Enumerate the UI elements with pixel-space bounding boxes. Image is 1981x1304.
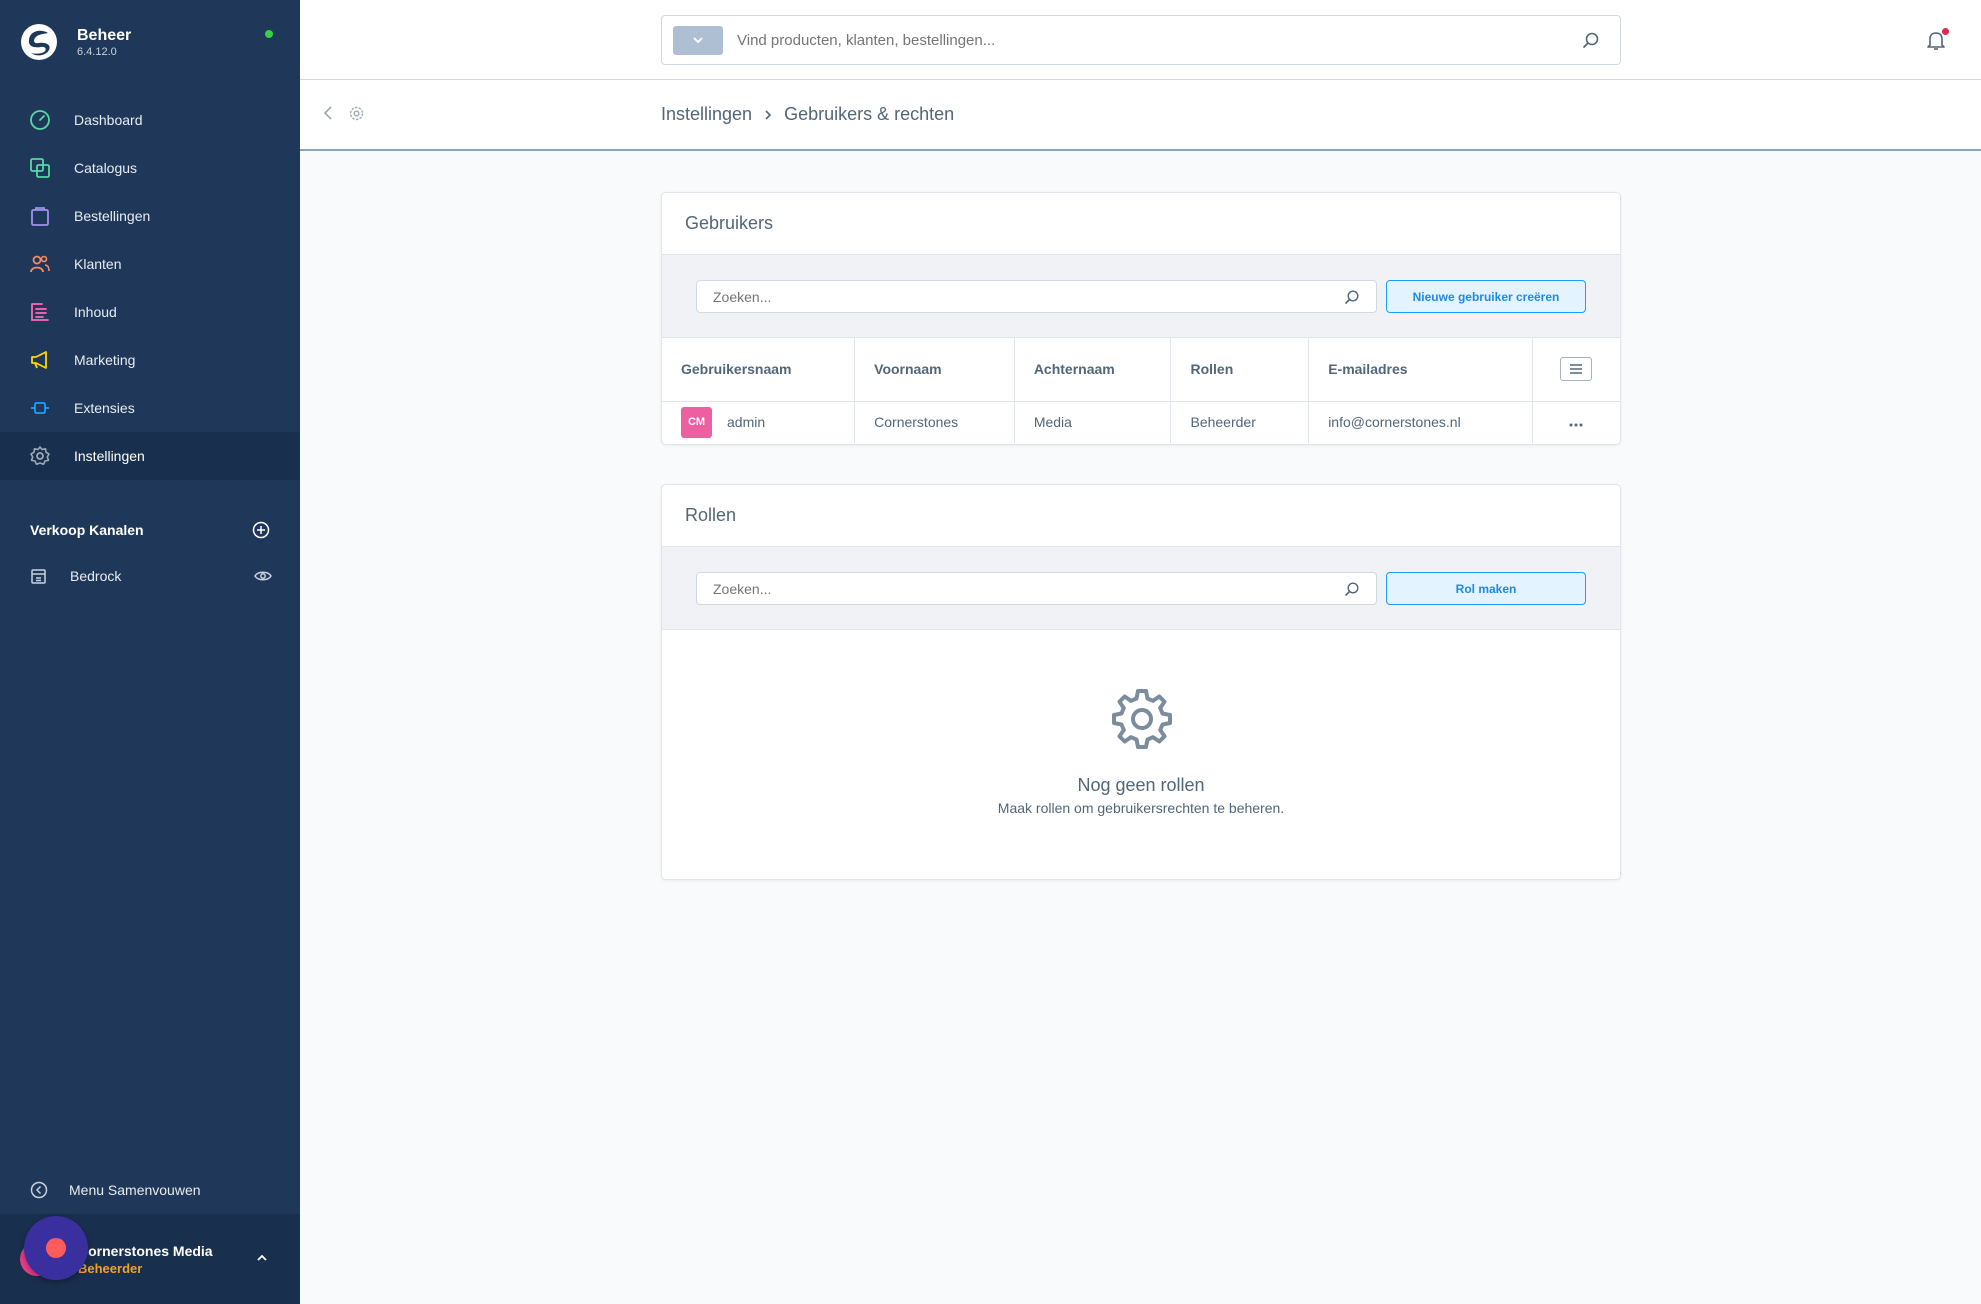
sales-channel-bedrock[interactable]: Bedrock <box>30 564 272 588</box>
sidebar-item-marketing[interactable]: Marketing <box>0 336 300 384</box>
roles-search-input[interactable] <box>713 580 1344 597</box>
cell-username: CM admin <box>662 401 856 443</box>
recording-button[interactable] <box>24 1216 88 1280</box>
sidebar-item-settings[interactable]: Instellingen <box>0 432 300 480</box>
sidebar-item-label: Extensies <box>74 400 135 416</box>
sidebar-item-catalog[interactable]: Catalogus <box>0 144 300 192</box>
table-row[interactable]: CM admin Cornerstones Media Beheerder in… <box>662 401 1620 443</box>
cell-actions <box>1532 401 1620 443</box>
column-first-name[interactable]: Voornaam <box>854 338 1015 402</box>
main-nav: Dashboard Catalogus Bestellingen Klanten… <box>0 96 300 480</box>
dashboard-icon <box>30 110 50 130</box>
search-icon[interactable] <box>1344 581 1360 597</box>
notification-badge <box>1942 28 1949 35</box>
column-last-name[interactable]: Achternaam <box>1014 338 1172 402</box>
sidebar-item-label: Bestellingen <box>74 208 151 224</box>
collapse-menu-button[interactable]: Menu Samenvouwen <box>30 1180 201 1200</box>
cell-last-name: Media <box>1014 401 1172 443</box>
breadcrumb-current: Gebruikers & rechten <box>784 104 955 124</box>
extensions-icon <box>31 402 49 414</box>
create-role-button[interactable]: Rol maken <box>1386 572 1586 605</box>
sidebar-item-label: Instellingen <box>74 448 145 464</box>
sidebar-item-content[interactable]: Inhoud <box>0 288 300 336</box>
global-search-input[interactable] <box>737 31 1582 49</box>
top-bar <box>300 0 1981 80</box>
cell-roles: Beheerder <box>1170 401 1310 443</box>
hamburger-icon <box>1570 364 1583 374</box>
cell-email: info@cornerstones.nl <box>1308 401 1533 443</box>
users-search-input[interactable] <box>713 288 1344 305</box>
sales-channels-title: Verkoop Kanalen <box>30 522 144 538</box>
sales-channel-label: Bedrock <box>70 568 122 584</box>
search-type-dropdown[interactable] <box>673 25 723 55</box>
sidebar-item-label: Marketing <box>74 352 136 368</box>
breadcrumb-parent[interactable]: Instellingen <box>661 104 752 125</box>
roles-toolbar: Rol maken <box>662 547 1620 630</box>
users-search <box>696 280 1377 313</box>
column-roles[interactable]: Rollen <box>1170 338 1310 402</box>
collapse-menu-label: Menu Samenvouwen <box>69 1182 201 1198</box>
online-status-dot <box>265 30 273 38</box>
eye-icon[interactable] <box>254 569 272 583</box>
catalog-icon <box>30 158 50 178</box>
column-email[interactable]: E-mailadres <box>1308 338 1533 402</box>
settings-gear-icon <box>1112 689 1172 749</box>
record-dot-icon <box>46 1238 66 1258</box>
shopware-logo-icon <box>21 24 57 60</box>
collapse-icon <box>30 1181 48 1199</box>
smart-bar: Instellingen Gebruikers & rechten <box>300 80 1981 151</box>
column-username[interactable]: Gebruikersnaam <box>662 338 856 402</box>
sidebar-item-label: Klanten <box>74 256 122 272</box>
orders-icon <box>31 207 49 226</box>
sidebar-item-customers[interactable]: Klanten <box>0 240 300 288</box>
sidebar-item-label: Inhoud <box>74 304 117 320</box>
add-channel-icon[interactable] <box>252 521 270 539</box>
settings-icon <box>30 446 50 466</box>
roles-card-title: Rollen <box>662 485 1620 547</box>
sidebar-item-orders[interactable]: Bestellingen <box>0 192 300 240</box>
sidebar: Beheer 6.4.12.0 Dashboard Catalogus Best… <box>0 0 300 1304</box>
sidebar-item-dashboard[interactable]: Dashboard <box>0 96 300 144</box>
column-settings <box>1532 338 1620 402</box>
content-icon <box>31 303 49 321</box>
sidebar-item-label: Dashboard <box>74 112 143 128</box>
table-header-row: Gebruikersnaam Voornaam Achternaam Rolle… <box>662 338 1620 402</box>
breadcrumb: Instellingen Gebruikers & rechten <box>661 104 954 125</box>
roles-empty-state: Nog geen rollen Maak rollen om gebruiker… <box>662 630 1620 879</box>
user-name: Cornerstones Media <box>78 1243 213 1259</box>
sales-channels-header: Verkoop Kanalen <box>30 518 270 542</box>
brand[interactable]: Beheer 6.4.12.0 <box>20 22 131 62</box>
customers-icon <box>30 255 50 273</box>
sidebar-item-label: Catalogus <box>74 160 138 176</box>
user-role: Beheerder <box>78 1261 143 1276</box>
avatar: CM <box>681 406 712 438</box>
empty-state-title: Nog geen rollen <box>1077 775 1205 795</box>
storefront-icon <box>31 568 46 584</box>
users-toolbar: Nieuwe gebruiker creëren <box>662 255 1620 338</box>
settings-gear-icon[interactable] <box>348 105 365 122</box>
users-card-title: Gebruikers <box>662 193 1620 255</box>
back-icon[interactable] <box>320 105 336 121</box>
global-search <box>661 15 1621 65</box>
chevron-right-icon <box>765 109 772 120</box>
search-icon[interactable] <box>1582 31 1600 49</box>
app-title: Beheer <box>77 26 132 44</box>
marketing-icon <box>31 351 47 369</box>
sidebar-item-extensions[interactable]: Extensies <box>0 384 300 432</box>
column-settings-button[interactable] <box>1560 357 1593 382</box>
chevron-up-icon[interactable] <box>254 1250 270 1266</box>
chevron-down-icon <box>693 37 703 44</box>
users-table: Gebruikersnaam Voornaam Achternaam Rolle… <box>662 338 1620 443</box>
more-actions-icon[interactable] <box>1569 423 1583 427</box>
roles-search <box>696 572 1377 605</box>
roles-card: Rollen Rol maken Nog geen rollen Maak ro… <box>661 484 1621 880</box>
app-version: 6.4.12.0 <box>77 45 117 58</box>
create-user-button[interactable]: Nieuwe gebruiker creëren <box>1386 280 1586 313</box>
users-card: Gebruikers Nieuwe gebruiker creëren Gebr… <box>661 192 1621 445</box>
search-icon[interactable] <box>1344 289 1360 305</box>
username-link[interactable]: admin <box>727 414 765 430</box>
cell-first-name: Cornerstones <box>854 401 1015 443</box>
empty-state-text: Maak rollen om gebruikersrechten te behe… <box>997 800 1285 816</box>
